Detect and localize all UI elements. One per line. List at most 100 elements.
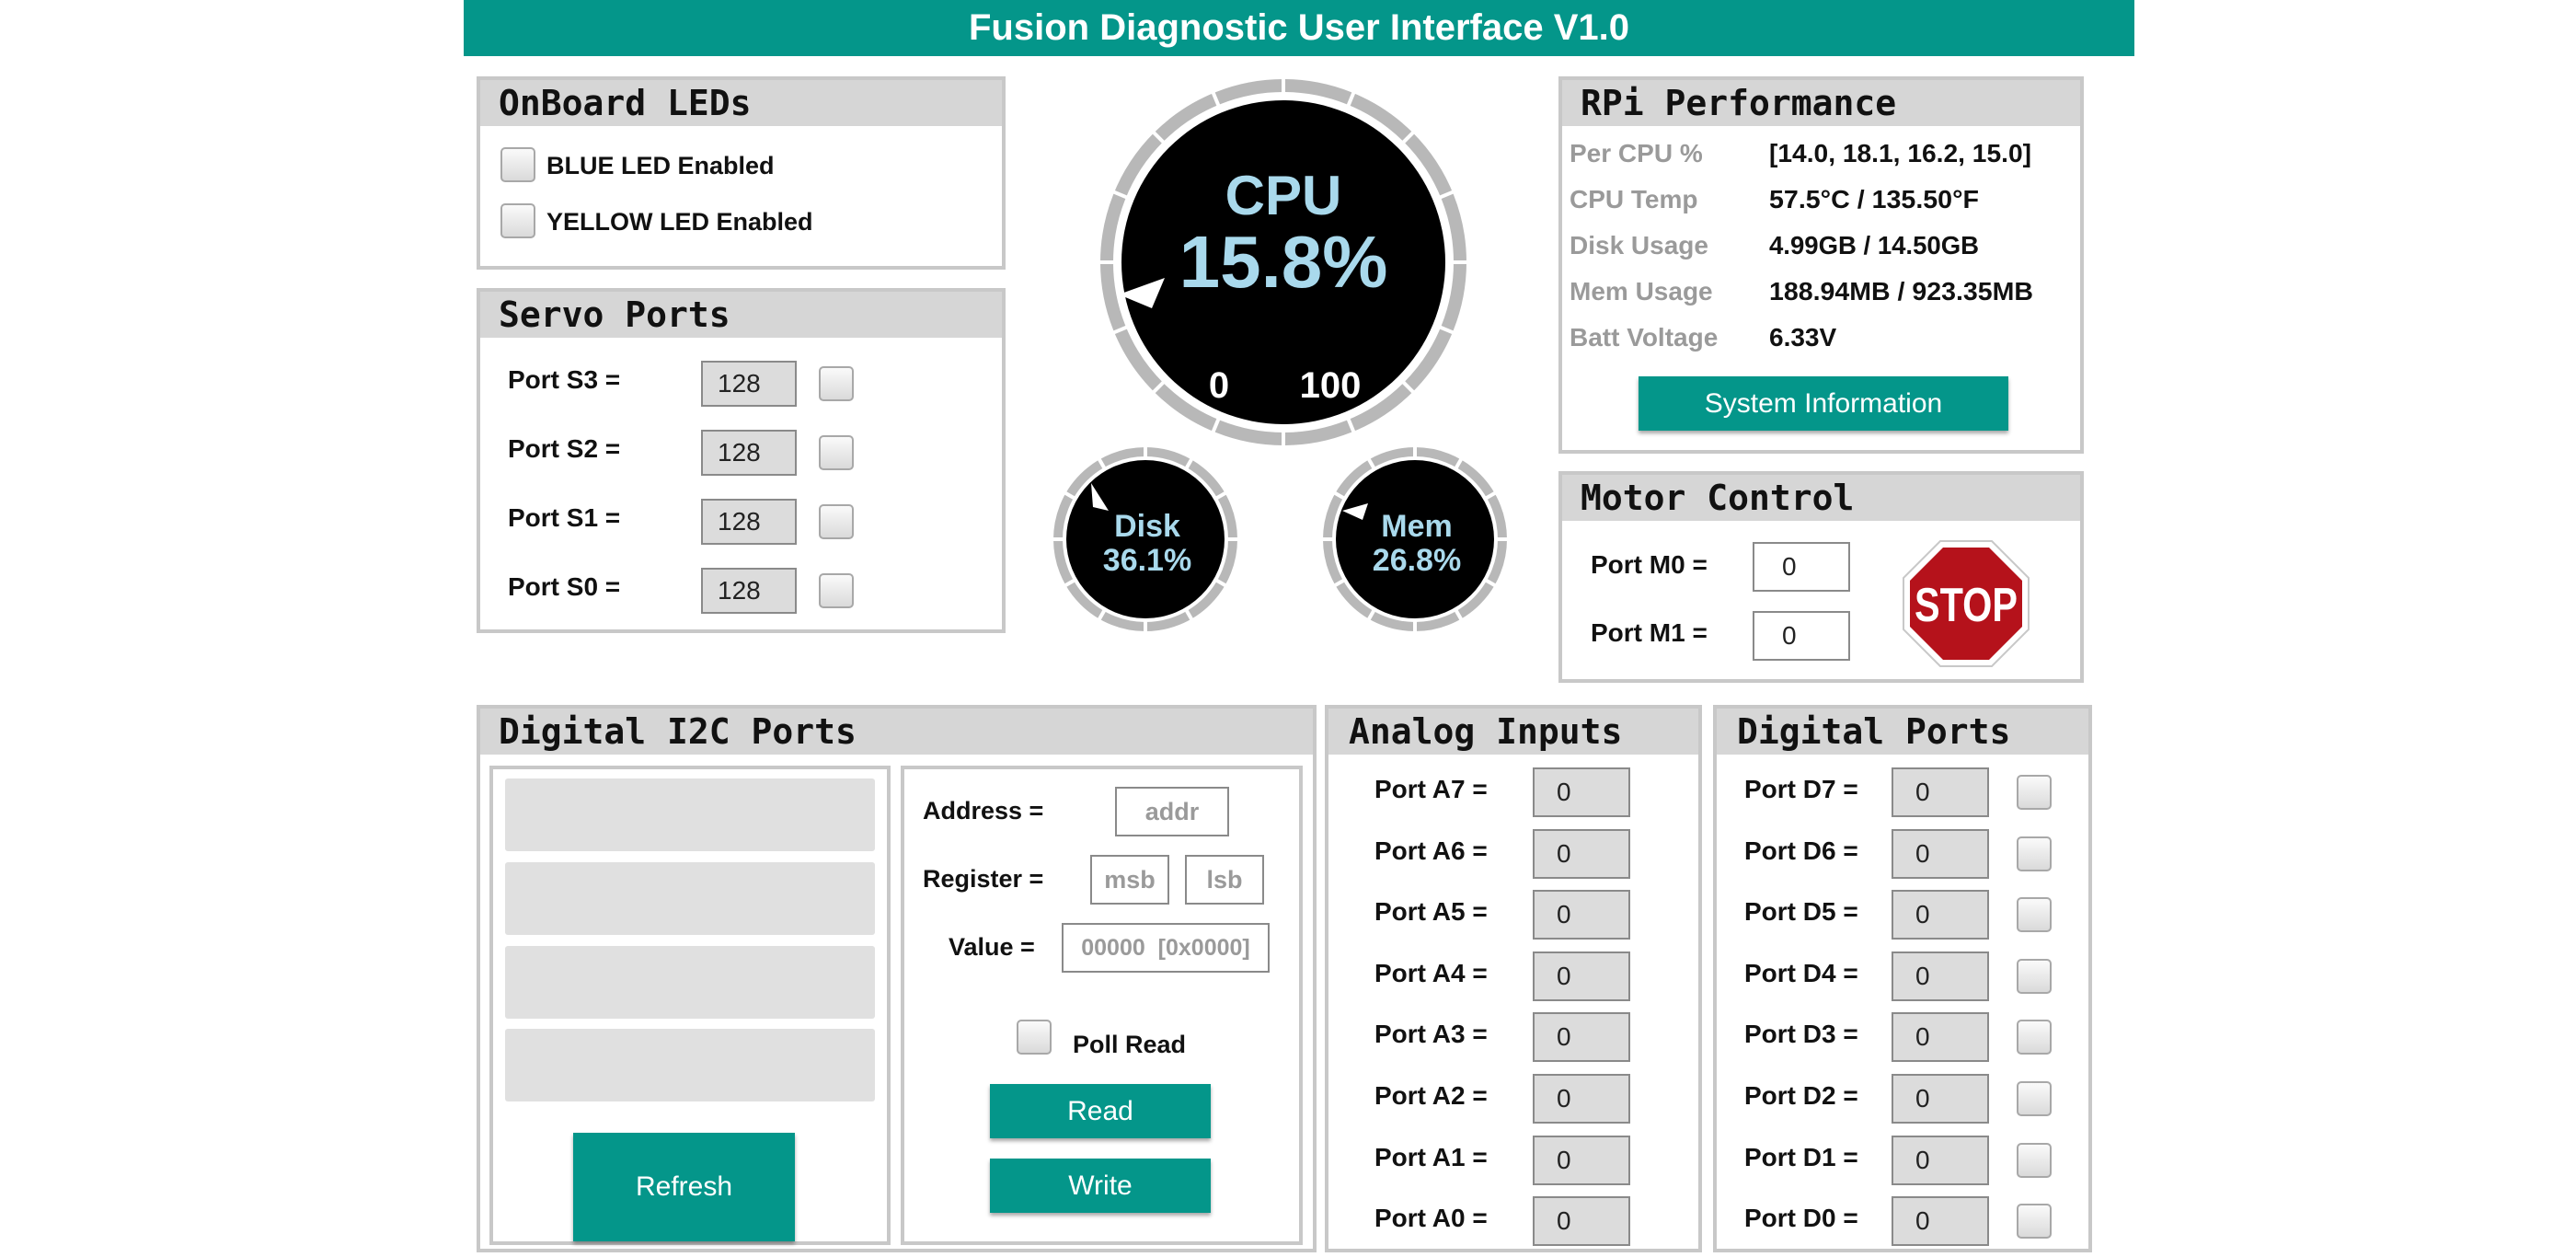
digital-port-checkbox[interactable] xyxy=(2017,1081,2052,1116)
cpu-gauge: CPU 15.8% 0 100 xyxy=(1099,78,1467,446)
analog-port-value: 0 xyxy=(1533,767,1630,817)
i2c-device-slot[interactable] xyxy=(505,1029,875,1101)
digital-port-checkbox[interactable] xyxy=(2017,897,2052,932)
digital-port-value[interactable]: 0 xyxy=(1892,829,1989,879)
cpu-gauge-min-label: 0 xyxy=(1209,365,1229,406)
analog-port-value: 0 xyxy=(1533,1196,1630,1246)
motor-control-title: Motor Control xyxy=(1562,475,2080,521)
onboard-leds-title: OnBoard LEDs xyxy=(480,80,1002,126)
analog-port-value: 0 xyxy=(1533,1074,1630,1124)
i2c-device-slot[interactable] xyxy=(505,778,875,851)
mem-gauge-title: Mem xyxy=(1381,509,1452,544)
i2c-device-slot[interactable] xyxy=(505,946,875,1019)
i2c-device-slot[interactable] xyxy=(505,862,875,935)
servo-port-value[interactable]: 128 xyxy=(701,361,797,407)
app-title: Fusion Diagnostic User Interface V1.0 xyxy=(464,0,2134,56)
digital-port-checkbox[interactable] xyxy=(2017,836,2052,871)
digital-port-label: Port D2 = xyxy=(1744,1081,1858,1110)
analog-port-value: 0 xyxy=(1533,951,1630,1001)
digital-i2c-panel: Digital I2C Ports Refresh Address = addr… xyxy=(477,705,1317,1252)
rpi-performance-panel: RPi Performance Per CPU % [14.0, 18.1, 1… xyxy=(1558,76,2084,454)
rpi-performance-title: RPi Performance xyxy=(1562,80,2080,126)
digital-port-label: Port D6 = xyxy=(1744,836,1858,865)
servo-port-checkbox[interactable] xyxy=(819,435,854,470)
analog-port-value: 0 xyxy=(1533,1136,1630,1185)
disk-gauge-value: 36.1% xyxy=(1103,543,1191,578)
analog-port-label: Port A3 = xyxy=(1374,1020,1488,1048)
i2c-device-list: Refresh xyxy=(489,766,891,1245)
analog-inputs-title: Analog Inputs xyxy=(1328,709,1698,755)
servo-port-checkbox[interactable] xyxy=(819,573,854,608)
stop-button[interactable]: STOP xyxy=(1900,537,2032,670)
digital-port-value[interactable]: 0 xyxy=(1892,767,1989,817)
analog-port-label: Port A4 = xyxy=(1374,959,1488,987)
poll-read-checkbox[interactable] xyxy=(1017,1020,1052,1055)
digital-port-checkbox[interactable] xyxy=(2017,959,2052,994)
servo-port-value[interactable]: 128 xyxy=(701,499,797,545)
analog-port-label: Port A1 = xyxy=(1374,1143,1488,1171)
rpi-performance-table: Per CPU % [14.0, 18.1, 16.2, 15.0] CPU T… xyxy=(1570,139,2033,352)
perf-key: Per CPU % xyxy=(1570,139,1703,167)
digital-port-value[interactable]: 0 xyxy=(1892,951,1989,1001)
perf-key: Batt Voltage xyxy=(1570,323,1718,352)
motor-port-label: Port M1 = xyxy=(1591,618,1708,647)
motor-port-label: Port M0 = xyxy=(1591,550,1708,579)
mem-gauge: Mem 26.8% xyxy=(1322,446,1508,632)
cpu-gauge-max-label: 100 xyxy=(1300,365,1362,406)
value-label: Value = xyxy=(949,933,1035,961)
perf-key: CPU Temp xyxy=(1570,185,1698,213)
servo-port-label: Port S3 = xyxy=(508,365,621,394)
digital-port-checkbox[interactable] xyxy=(2017,775,2052,810)
perf-value: [14.0, 18.1, 16.2, 15.0] xyxy=(1769,139,2031,167)
system-information-button[interactable]: System Information xyxy=(1639,376,2008,431)
stop-label: STOP xyxy=(1915,579,2018,632)
refresh-button[interactable]: Refresh xyxy=(573,1133,795,1241)
digital-port-value[interactable]: 0 xyxy=(1892,1196,1989,1246)
digital-i2c-title: Digital I2C Ports xyxy=(480,709,1313,755)
yellow-led-checkbox[interactable] xyxy=(500,203,535,238)
motor-port-value[interactable]: 0 xyxy=(1753,611,1850,661)
analog-port-value: 0 xyxy=(1533,829,1630,879)
poll-read-label: Poll Read xyxy=(1073,1031,1187,1058)
perf-value: 188.94MB / 923.35MB xyxy=(1769,277,2033,306)
digital-port-checkbox[interactable] xyxy=(2017,1020,2052,1055)
perf-value: 4.99GB / 14.50GB xyxy=(1769,231,1979,259)
servo-port-label: Port S2 = xyxy=(508,434,621,463)
i2c-io-pane: Address = addr Register = msb lsb Value … xyxy=(901,766,1303,1245)
digital-port-label: Port D0 = xyxy=(1744,1204,1858,1232)
analog-port-value: 0 xyxy=(1533,1012,1630,1062)
digital-port-label: Port D3 = xyxy=(1744,1020,1858,1048)
analog-port-label: Port A2 = xyxy=(1374,1081,1488,1110)
digital-port-value[interactable]: 0 xyxy=(1892,1136,1989,1185)
digital-port-checkbox[interactable] xyxy=(2017,1143,2052,1178)
servo-port-value[interactable]: 128 xyxy=(701,568,797,614)
msb-input[interactable]: msb xyxy=(1090,855,1169,905)
analog-inputs-panel: Analog Inputs Port A7 = 0 Port A6 = 0 Po… xyxy=(1325,705,1702,1252)
digital-port-value[interactable]: 0 xyxy=(1892,890,1989,940)
address-input[interactable]: addr xyxy=(1115,787,1229,836)
register-label: Register = xyxy=(923,865,1044,893)
servo-port-label: Port S1 = xyxy=(508,503,621,532)
yellow-led-label: YELLOW LED Enabled xyxy=(546,208,813,236)
analog-port-label: Port A6 = xyxy=(1374,836,1488,865)
digital-port-value[interactable]: 0 xyxy=(1892,1074,1989,1124)
perf-key: Mem Usage xyxy=(1570,277,1713,306)
servo-port-label: Port S0 = xyxy=(508,572,621,601)
digital-port-checkbox[interactable] xyxy=(2017,1204,2052,1239)
servo-port-checkbox[interactable] xyxy=(819,366,854,401)
digital-port-value[interactable]: 0 xyxy=(1892,1012,1989,1062)
write-button[interactable]: Write xyxy=(990,1159,1211,1213)
disk-gauge-title: Disk xyxy=(1114,509,1180,544)
cpu-gauge-value: 15.8% xyxy=(1179,221,1388,303)
motor-port-value[interactable]: 0 xyxy=(1753,542,1850,592)
analog-port-value: 0 xyxy=(1533,890,1630,940)
read-button[interactable]: Read xyxy=(990,1084,1211,1138)
value-input[interactable]: 00000 [0x0000] xyxy=(1062,923,1270,973)
lsb-input[interactable]: lsb xyxy=(1185,855,1264,905)
blue-led-checkbox[interactable] xyxy=(500,147,535,182)
analog-port-label: Port A7 = xyxy=(1374,775,1488,803)
disk-gauge: Disk 36.1% xyxy=(1052,446,1238,632)
servo-port-checkbox[interactable] xyxy=(819,504,854,539)
digital-port-label: Port D1 = xyxy=(1744,1143,1858,1171)
servo-port-value[interactable]: 128 xyxy=(701,430,797,476)
